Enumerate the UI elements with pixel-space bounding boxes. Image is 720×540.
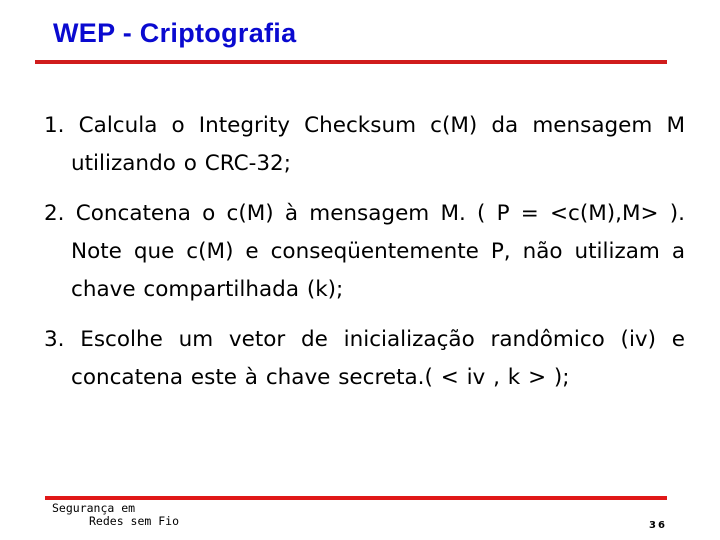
- slide-title: WEP - Criptografia: [53, 18, 297, 48]
- list-item-1: 1. Calcula o Integrity Checksum c(M) da …: [44, 113, 685, 176]
- footer-divider: [45, 496, 667, 500]
- page-number: 36: [649, 520, 667, 531]
- slide-body: 1. Calcula o Integrity Checksum c(M) da …: [44, 107, 685, 409]
- list-item-2: 2. Concatena o c(M) à mensagem M. ( P = …: [44, 201, 685, 302]
- title-divider: [35, 60, 667, 64]
- footer-course-line-1: Segurança em: [52, 501, 136, 515]
- footer-course-label: Segurança em Redes sem Fio: [52, 502, 179, 528]
- footer-course-line-2: Redes sem Fio: [89, 514, 180, 528]
- list-item-3: 3. Escolhe um vetor de inicialização ran…: [44, 327, 685, 390]
